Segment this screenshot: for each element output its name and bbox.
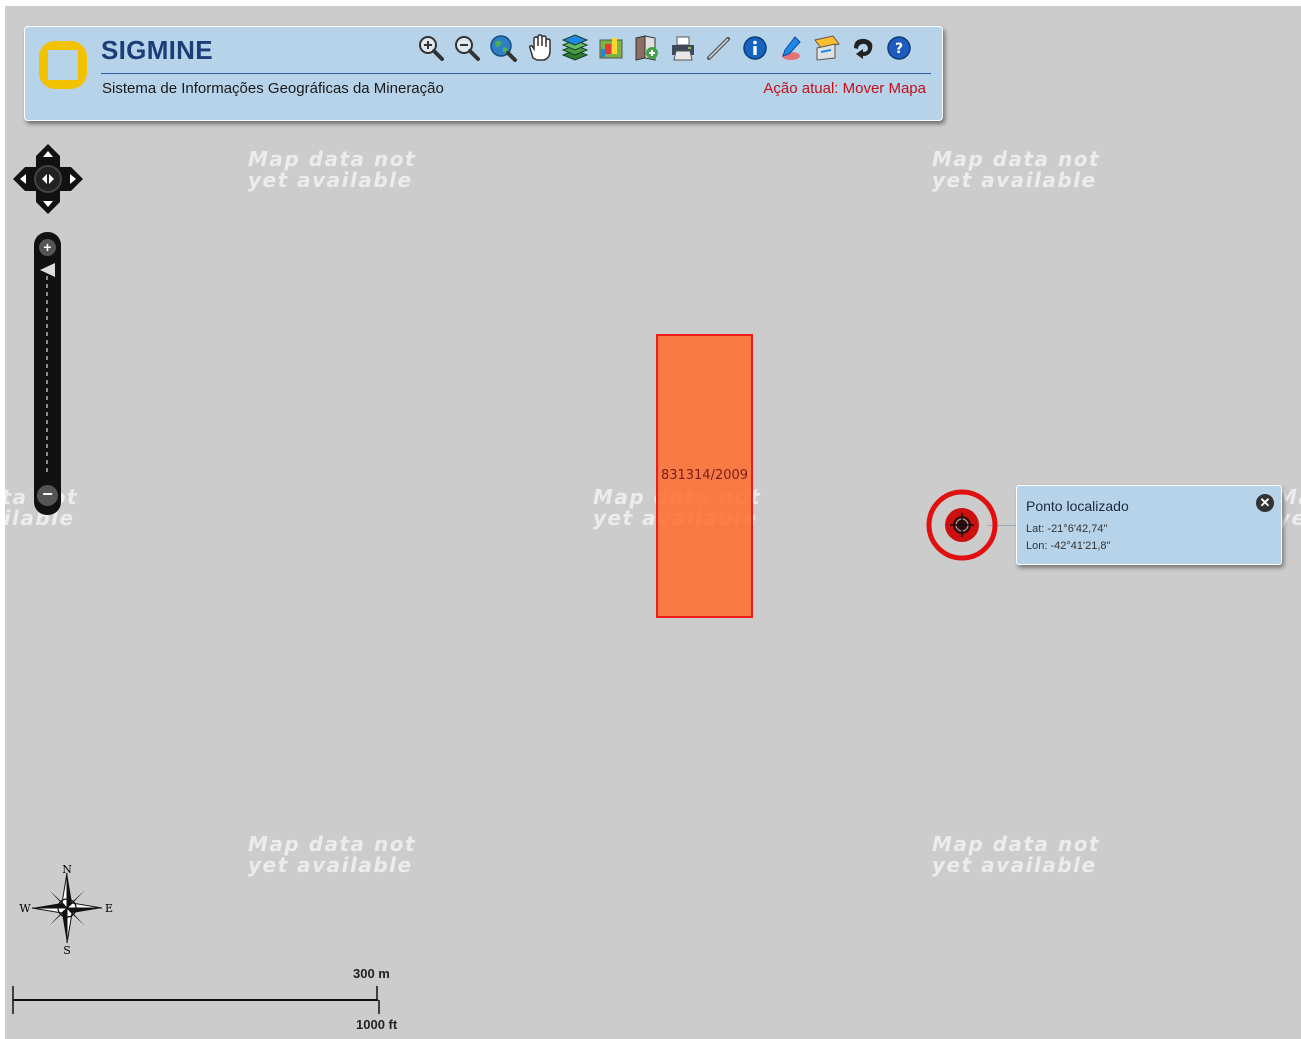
no-data-tile-label: Map data not yet available [932,832,1101,877]
map-canvas[interactable]: Map data not yet available Map data not … [5,6,1301,1039]
pan-control[interactable] [11,142,85,216]
no-data-tile-label: Map data not yet available [248,147,417,192]
layers-icon[interactable] [559,33,591,63]
scale-metric-label: 300 m [353,966,390,981]
no-data-tile-label: Map data not yet available [932,147,1101,192]
locate-point-icon[interactable] [775,33,807,63]
toolbar: ? [415,33,915,63]
full-extent-globe-icon[interactable] [487,33,519,63]
app-title: SIGMINE [101,35,213,65]
scale-bar: 300 m 1000 ft [12,966,402,1036]
zoom-in-icon[interactable]: + [39,239,56,256]
zoom-out-icon[interactable]: − [37,485,58,506]
compass-w-label: W [19,902,31,915]
claim-number-label: 831314/2009 [660,468,749,483]
previous-view-arrow-icon[interactable] [847,33,879,63]
app-subtitle: Sistema de Informações Geográficas da Mi… [102,80,444,97]
scale-lines [12,986,380,1014]
info-icon[interactable] [739,33,771,63]
legend-map-icon[interactable] [595,33,627,63]
current-action-label: Ação atual: Mover Mapa [763,80,926,97]
app-header-panel: SIGMINE Sistema de Informações Geográfic… [24,26,943,121]
zoom-bar[interactable]: + − [34,232,61,515]
compass-rose-icon: N S E W [19,863,113,956]
map-export-icon[interactable] [811,33,843,63]
header-divider [101,73,931,74]
location-popup: Ponto localizado Lat: -21°6'42,74" Lon: … [1016,485,1282,565]
zoom-out-icon[interactable] [451,33,483,63]
longitude-value: Lon: -42°41'21,8" [1026,540,1111,552]
zoom-in-icon[interactable] [415,33,447,63]
mining-claim-polygon[interactable]: 831314/2009 [656,334,753,618]
target-marker-icon[interactable] [924,487,1000,563]
popup-title: Ponto localizado [1026,498,1129,514]
compass-e-label: E [105,902,113,915]
sigmine-logo [39,41,87,89]
compass-n-label: N [62,863,72,876]
no-data-tile-label: Map data not yet available [248,832,417,877]
help-icon[interactable]: ? [883,33,915,63]
add-layer-book-icon[interactable] [631,33,663,63]
latitude-value: Lat: -21°6'42,74" [1026,523,1108,535]
print-icon[interactable] [667,33,699,63]
close-icon[interactable]: ✕ [1256,494,1274,512]
pan-hand-icon[interactable] [523,33,555,63]
compass-s-label: S [63,944,71,956]
zoom-track[interactable] [46,276,48,472]
svg-text:?: ? [895,41,903,57]
scale-imperial-label: 1000 ft [356,1017,398,1032]
measure-pencil-icon[interactable] [703,33,735,63]
